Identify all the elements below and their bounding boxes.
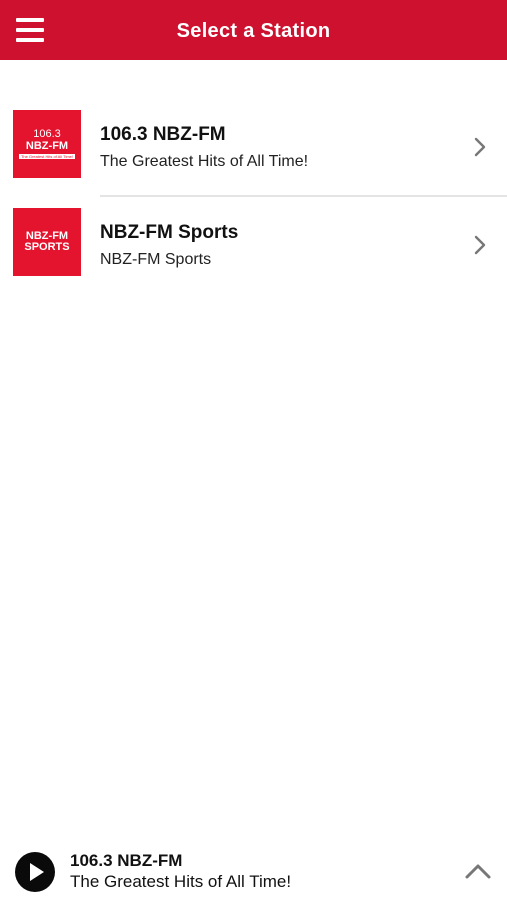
chevron-right-icon (474, 235, 486, 255)
app-header: Select a Station (0, 0, 507, 60)
station-description: The Greatest Hits of All Time! (100, 153, 309, 170)
play-icon (30, 863, 44, 881)
list-divider (100, 195, 507, 197)
station-name: NBZ-FM Sports (100, 222, 239, 243)
now-playing-station-name: 106.3 NBZ-FM (70, 851, 183, 870)
station-logo: 106.3 NBZ-FM The Greatest Hits of All Ti… (13, 110, 81, 178)
station-logo: NBZ-FM SPORTS (13, 208, 81, 276)
logo-frequency: 106.3 (33, 128, 61, 140)
station-item-nbz-fm-sports[interactable]: NBZ-FM SPORTS NBZ-FM Sports NBZ-FM Sport… (0, 208, 507, 282)
logo-subname: SPORTS (24, 241, 70, 253)
page-title: Select a Station (176, 20, 331, 42)
station-description: NBZ-FM Sports (100, 251, 212, 268)
chevron-right-icon (474, 137, 486, 157)
station-item-nbz-fm[interactable]: 106.3 NBZ-FM The Greatest Hits of All Ti… (0, 110, 507, 184)
play-button[interactable] (15, 852, 55, 892)
station-name: 106.3 NBZ-FM (100, 124, 226, 145)
now-playing-description: The Greatest Hits of All Time! (70, 872, 292, 891)
chevron-up-icon[interactable] (462, 860, 494, 882)
mini-player: 106.3 NBZ-FM The Greatest Hits of All Ti… (0, 840, 507, 900)
logo-tagline: The Greatest Hits of All Time! (18, 154, 76, 159)
logo-name: NBZ-FM (25, 140, 69, 152)
